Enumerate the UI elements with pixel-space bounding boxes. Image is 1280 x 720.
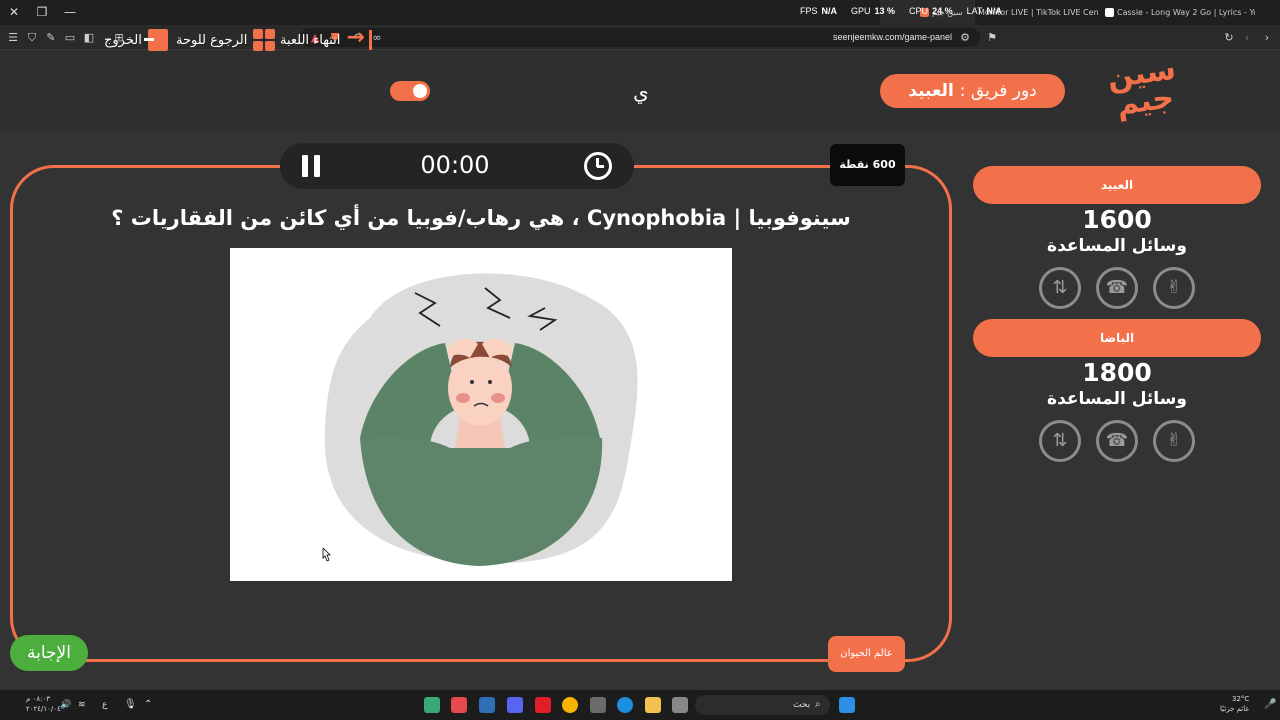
- start-menu-icon[interactable]: [839, 697, 855, 713]
- menu-icon[interactable]: ☰: [6, 31, 20, 44]
- team-1-call-aid-icon[interactable]: ☎: [1096, 267, 1138, 309]
- exit-button[interactable]: الخروج: [104, 28, 168, 52]
- cpu-value: 24 %: [932, 6, 953, 16]
- end-arrow-icon: [346, 25, 373, 51]
- back-icon[interactable]: ‹: [1240, 31, 1254, 44]
- chrome-icon[interactable]: [562, 697, 578, 713]
- gpu-value: 13 %: [874, 6, 896, 16]
- show-answer-button[interactable]: الإجابة: [10, 635, 88, 671]
- stressed-person-illustration: [324, 273, 638, 566]
- pause-icon[interactable]: [302, 155, 320, 177]
- wifi-icon[interactable]: ≋: [78, 700, 86, 710]
- weather-temp[interactable]: 32°C: [1232, 695, 1249, 703]
- lat-value: N/A: [986, 6, 1002, 16]
- taskbar-search[interactable]: بحث ⌕: [695, 695, 830, 715]
- restore-window-icon[interactable]: ❐: [34, 4, 50, 20]
- sidebar-icon[interactable]: ◧: [82, 31, 96, 44]
- app-icon[interactable]: [424, 697, 440, 713]
- center-letter: ي: [633, 80, 649, 104]
- team-2-name: الباضا: [973, 319, 1261, 357]
- url-bar[interactable]: ▲ ⛊ ↶ ∞ seenjeemkw.com/game-panel ⚙: [300, 28, 980, 47]
- game-toggle[interactable]: [390, 81, 430, 101]
- close-window-icon[interactable]: ✕: [6, 4, 22, 20]
- team-2-aids-label: وسائل المساعدة: [1047, 389, 1187, 409]
- cpu-label: CPU: [909, 6, 929, 16]
- wallet-icon[interactable]: ▭: [63, 31, 77, 44]
- minimize-window-icon[interactable]: —: [62, 4, 78, 20]
- timer-display: 00:00: [420, 151, 490, 179]
- tab-label: Cassie - Long Way 2 Go | Lyrics - You: [1117, 8, 1255, 17]
- team-1-score: 1600: [1082, 205, 1152, 234]
- team-1-two-answers-aid-icon[interactable]: ✌: [1153, 267, 1195, 309]
- grid-icon: [253, 29, 276, 51]
- show-hidden-icons-icon[interactable]: ⌃: [144, 699, 152, 710]
- fps-stat: FPS N/A: [800, 6, 837, 20]
- points-badge: 600 نقطة: [830, 144, 905, 186]
- voice-icon[interactable]: 🎤: [1264, 699, 1276, 710]
- mouse-cursor-icon: [322, 548, 331, 562]
- team-2-score: 1800: [1082, 358, 1152, 387]
- category-badge: عالم الحيوان: [828, 636, 905, 672]
- seenjeem-logo[interactable]: سين جيم: [1104, 52, 1184, 128]
- language-indicator[interactable]: ع: [102, 700, 107, 710]
- brave-browser-icon[interactable]: [451, 697, 467, 713]
- gpu-stat: GPU 13 %: [851, 6, 895, 20]
- question-text: سينوفوبيا | Cynophobia ، هي رهاب/فوبيا م…: [111, 206, 851, 230]
- team-1-name: العبيد: [973, 166, 1261, 204]
- team-2-swap-aid-icon[interactable]: ⇅: [1039, 420, 1081, 462]
- performance-overlay: FPS N/A GPU 13 % CPU 24 % LAT N/A: [800, 6, 1002, 20]
- turn-team-name: العبيد: [908, 81, 954, 101]
- reload-icon[interactable]: ↻: [1222, 31, 1236, 44]
- team-1-aids-label: وسائل المساعدة: [1047, 236, 1187, 256]
- team-1-swap-aid-icon[interactable]: ⇅: [1039, 267, 1081, 309]
- team-turn-indicator: دور فريق : العبيد: [880, 74, 1065, 108]
- team-2-two-answers-aid-icon[interactable]: ✌: [1153, 420, 1195, 462]
- end-game-button[interactable]: انتهاء اللعبة: [280, 25, 373, 52]
- browser-tab-bar: ✕ ❐ — سين جيم Monitor LIVE | TikTok LIVE…: [0, 0, 1280, 25]
- edge-icon[interactable]: [617, 697, 633, 713]
- windows-taskbar: ٠٨:٠٣ م ٢٠٢٤/١٠/٠٤ 🔊 ≋ ع 🎙 ⌃ بحث ⌕ 32°C …: [0, 690, 1280, 720]
- volume-icon[interactable]: 🔊: [60, 700, 71, 710]
- task-view-icon[interactable]: [672, 697, 688, 713]
- steam-icon[interactable]: [479, 697, 495, 713]
- back-to-board-button[interactable]: الرجوع للوحة: [176, 28, 276, 52]
- store-icon[interactable]: [590, 697, 606, 713]
- timer-bar: 00:00: [280, 143, 634, 189]
- microphone-icon[interactable]: 🎙: [124, 699, 137, 710]
- exit-door-icon: [143, 29, 168, 51]
- fps-label: FPS: [800, 6, 818, 16]
- lat-stat: LAT N/A: [967, 6, 1002, 20]
- bookmark-icon[interactable]: ⚑: [985, 31, 999, 44]
- youtube-icon[interactable]: [535, 697, 551, 713]
- file-explorer-icon[interactable]: [645, 697, 661, 713]
- team-2-call-aid-icon[interactable]: ☎: [1096, 420, 1138, 462]
- shield-icon[interactable]: ⛉: [25, 31, 39, 44]
- exit-label: الخروج: [104, 32, 142, 48]
- fps-value: N/A: [821, 6, 838, 16]
- weather-desc[interactable]: غائم جزئيًا: [1220, 705, 1249, 713]
- url-text[interactable]: seenjeemkw.com/game-panel: [833, 28, 952, 47]
- pin-icon[interactable]: ✎: [44, 31, 58, 44]
- clock-date[interactable]: ٢٠٢٤/١٠/٠٤: [26, 705, 61, 713]
- discord-icon[interactable]: [507, 697, 523, 713]
- tiktok-icon: [1105, 8, 1114, 17]
- toggle-knob: [413, 84, 427, 98]
- lat-label: LAT: [966, 6, 983, 16]
- end-game-label: انتهاء اللعبة: [280, 32, 341, 48]
- clock-time[interactable]: ٠٨:٠٣ م: [26, 695, 50, 703]
- cpu-stat: CPU 24 %: [909, 6, 953, 20]
- tab-youtube-lyrics[interactable]: Cassie - Long Way 2 Go | Lyrics - You: [1105, 0, 1255, 25]
- reset-timer-icon[interactable]: [584, 152, 612, 180]
- turn-prefix: دور فريق :: [959, 81, 1037, 101]
- gpu-label: GPU: [851, 6, 871, 16]
- question-image: [230, 248, 732, 581]
- back-to-board-label: الرجوع للوحة: [176, 32, 248, 48]
- forward-icon[interactable]: ›: [1260, 31, 1274, 44]
- tune-icon[interactable]: ⚙: [958, 31, 972, 44]
- search-icon: ⌕: [815, 699, 821, 710]
- search-placeholder: بحث: [793, 700, 811, 710]
